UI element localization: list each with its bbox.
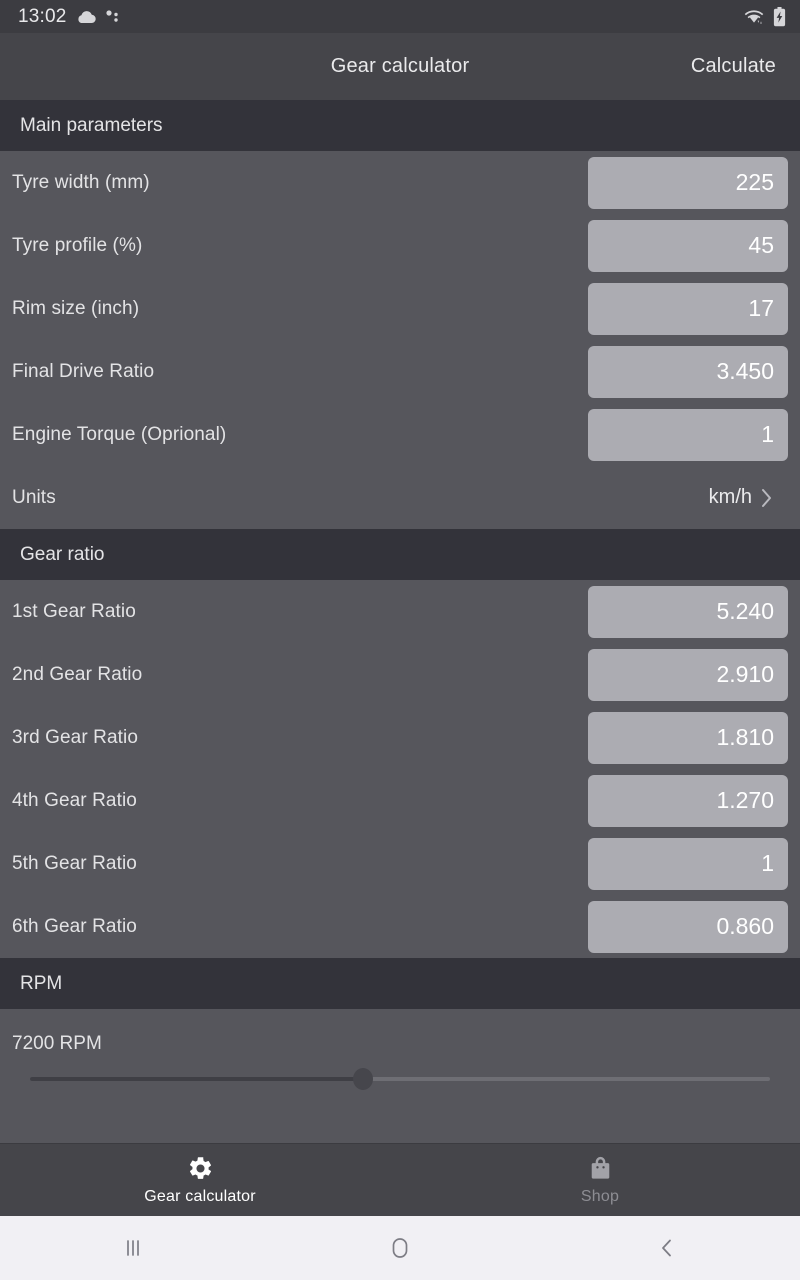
settings-scroll-area[interactable]: Main parameters Tyre width (mm) 225 Tyre… [0,100,800,1143]
section-header-rpm: RPM [0,958,800,1009]
row-tyre-width[interactable]: Tyre width (mm) 225 [0,151,800,214]
app-bar: Gear calculator Calculate [0,33,800,100]
row-gear-5[interactable]: 5th Gear Ratio 1 [0,832,800,895]
row-label: 6th Gear Ratio [12,915,137,937]
engine-torque-input[interactable]: 1 [588,408,788,461]
row-label: 2nd Gear Ratio [12,663,143,685]
row-gear-1[interactable]: 1st Gear Ratio 5.240 [0,580,800,643]
units-value: km/h [708,486,752,508]
tab-label: Gear calculator [144,1187,256,1205]
gear-3-ratio-input[interactable]: 1.810 [588,711,788,764]
tab-gear-calculator[interactable]: Gear calculator [0,1155,400,1206]
row-label: Rim size (inch) [12,297,140,319]
rim-size-input[interactable]: 17 [588,282,788,335]
row-rim-size[interactable]: Rim size (inch) 17 [0,277,800,340]
row-label: Tyre width (mm) [12,171,150,193]
page-title: Gear calculator [330,55,470,77]
section-header-main-parameters: Main parameters [0,100,800,151]
tab-shop[interactable]: Shop [400,1155,800,1206]
rpm-value-label: 7200 RPM [12,1033,102,1054]
row-tyre-profile[interactable]: Tyre profile (%) 45 [0,214,800,277]
gear-5-ratio-input[interactable]: 1 [588,837,788,890]
tyre-profile-input[interactable]: 45 [588,219,788,272]
section-header-gear-ratio: Gear ratio [0,529,800,580]
row-label: Final Drive Ratio [12,360,155,382]
back-icon[interactable] [533,1236,800,1260]
row-gear-6[interactable]: 6th Gear Ratio 0.860 [0,895,800,958]
weather-dots-icon [105,9,121,25]
chevron-right-icon[interactable] [760,487,774,509]
rpm-slider-track[interactable] [30,1068,770,1090]
row-label: Engine Torque (Oprional) [12,423,227,445]
rpm-slider-thumb[interactable] [353,1068,373,1090]
battery-charging-icon [773,6,786,27]
status-bar: 13:02 [0,0,800,33]
gear-icon [187,1155,214,1182]
rpm-slider-fill [30,1077,363,1081]
android-nav-bar [0,1216,800,1280]
gear-6-ratio-input[interactable]: 0.860 [588,900,788,953]
row-final-drive-ratio[interactable]: Final Drive Ratio 3.450 [0,340,800,403]
final-drive-ratio-input[interactable]: 3.450 [588,345,788,398]
recents-icon[interactable] [0,1236,267,1260]
row-gear-4[interactable]: 4th Gear Ratio 1.270 [0,769,800,832]
home-icon[interactable] [267,1235,534,1261]
shopping-bag-icon [587,1155,614,1182]
row-label: Tyre profile (%) [12,234,143,256]
row-gear-2[interactable]: 2nd Gear Ratio 2.910 [0,643,800,706]
gear-4-ratio-input[interactable]: 1.270 [588,774,788,827]
rpm-slider[interactable] [0,1055,800,1099]
row-label: 3rd Gear Ratio [12,726,139,748]
row-label: 1st Gear Ratio [12,600,136,622]
tyre-width-input[interactable]: 225 [588,156,788,209]
row-engine-torque[interactable]: Engine Torque (Oprional) 1 [0,403,800,466]
tab-label: Shop [580,1187,620,1205]
status-bar-left: 13:02 [18,6,743,28]
gear-1-ratio-input[interactable]: 5.240 [588,585,788,638]
gear-2-ratio-input[interactable]: 2.910 [588,648,788,701]
cloud-icon [76,10,96,24]
row-gear-3[interactable]: 3rd Gear Ratio 1.810 [0,706,800,769]
status-bar-right [743,6,786,27]
status-clock: 13:02 [18,5,67,27]
row-label: 4th Gear Ratio [12,789,137,811]
row-label: 5th Gear Ratio [12,852,137,874]
row-units[interactable]: Units km/h [0,466,800,529]
wifi-icon [743,8,765,26]
row-label: Units [12,486,56,508]
calculate-button[interactable]: Calculate [691,55,776,78]
bottom-tab-bar: Gear calculator Shop [0,1143,800,1216]
